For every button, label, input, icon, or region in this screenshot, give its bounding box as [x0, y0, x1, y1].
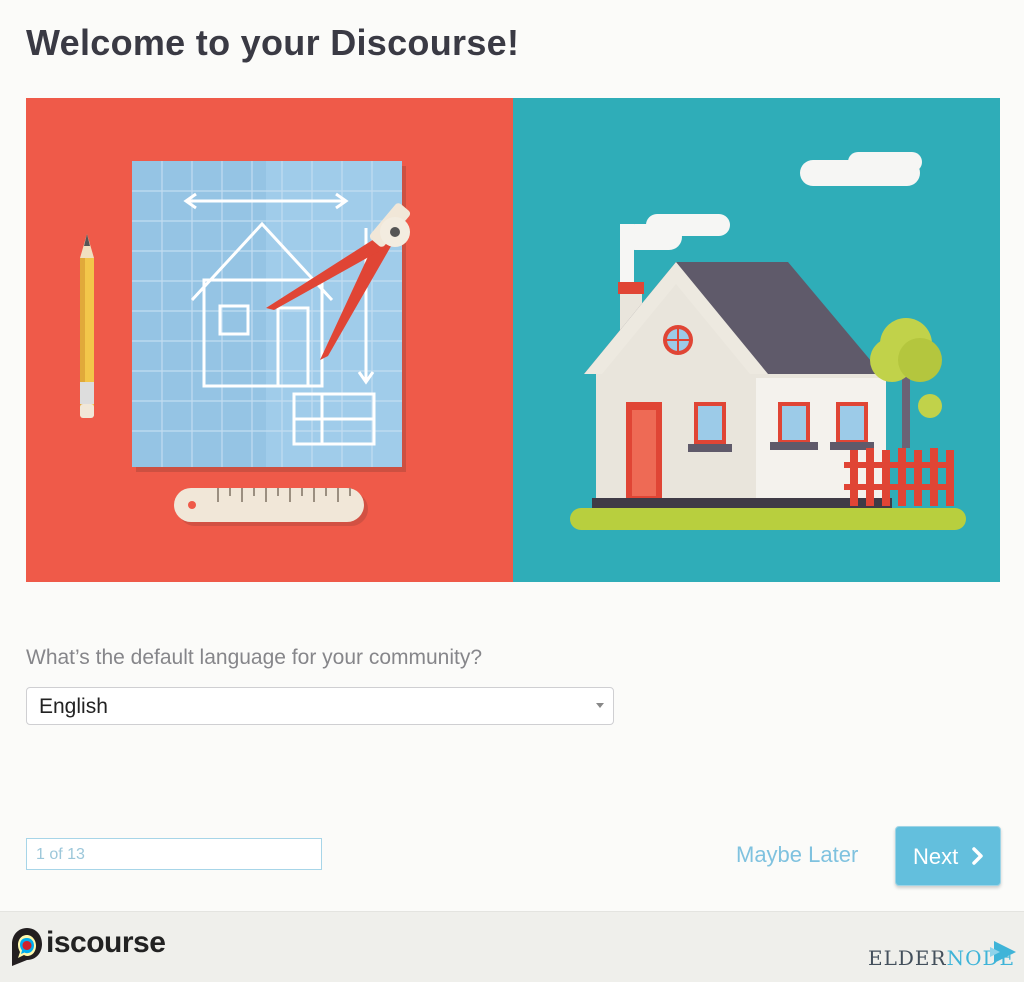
- grass-illustration: [570, 508, 966, 530]
- discourse-logo-icon: [12, 928, 42, 966]
- page-title: Welcome to your Discourse!: [26, 22, 520, 63]
- pencil-illustration: [80, 234, 94, 418]
- maybe-later-link[interactable]: Maybe Later: [736, 842, 858, 868]
- eldernode-logo-icon: [990, 941, 1016, 963]
- chevron-right-icon: [972, 847, 983, 865]
- wizard-progress: 1 of 13: [26, 838, 322, 870]
- footer: iscourse ELDERNODE: [0, 911, 1024, 982]
- blueprint-illustration: [132, 161, 406, 472]
- language-question-label: What’s the default language for your com…: [26, 646, 483, 669]
- discourse-logo-text: iscourse: [46, 926, 166, 959]
- next-button-label: Next: [913, 844, 959, 869]
- hero-illustration: [26, 98, 1000, 582]
- ruler-illustration: [174, 488, 368, 526]
- language-select-value: English: [39, 695, 108, 718]
- next-button[interactable]: Next: [895, 826, 1001, 886]
- eldernode-logo-text-main: ELDER: [868, 946, 947, 970]
- language-select[interactable]: English: [26, 687, 614, 725]
- wizard-progress-text: 1 of 13: [36, 846, 85, 863]
- caret-down-icon: [596, 703, 604, 708]
